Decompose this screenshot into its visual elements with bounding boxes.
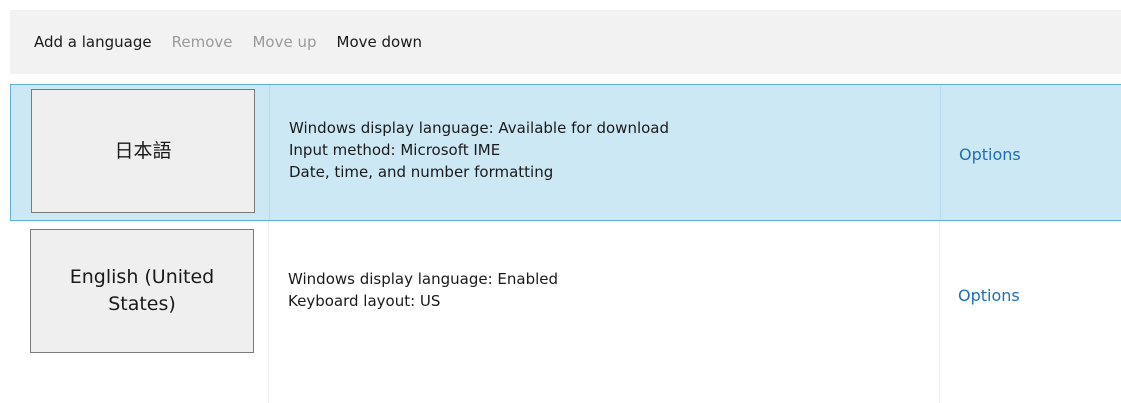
- display-language-status: Windows display language: Available for …: [289, 119, 670, 137]
- options-link[interactable]: Options: [959, 145, 1021, 164]
- column-divider: [940, 85, 941, 220]
- column-divider: [269, 85, 270, 220]
- language-preferences-page: Add a language Remove Move up Move down …: [0, 0, 1121, 403]
- keyboard-layout-status: Keyboard layout: US: [288, 292, 441, 310]
- language-list: 日本語 Windows display language: Available …: [10, 84, 1121, 403]
- move-up-button[interactable]: Move up: [252, 33, 316, 51]
- add-language-button[interactable]: Add a language: [34, 33, 152, 51]
- options-link[interactable]: Options: [958, 286, 1020, 305]
- language-toolbar: Add a language Remove Move up Move down: [10, 10, 1121, 74]
- remove-button[interactable]: Remove: [172, 33, 233, 51]
- language-row-japanese[interactable]: 日本語 Windows display language: Available …: [10, 84, 1121, 221]
- language-tile[interactable]: 日本語: [31, 89, 255, 213]
- language-details: Windows display language: Available for …: [289, 117, 669, 183]
- language-tile[interactable]: English (United States): [30, 229, 254, 353]
- language-details: Windows display language: Enabled Keyboa…: [288, 268, 558, 312]
- formatting-status: Date, time, and number formatting: [289, 163, 554, 181]
- move-down-button[interactable]: Move down: [337, 33, 422, 51]
- language-row-english[interactable]: English (United States) Windows display …: [10, 221, 1121, 403]
- column-divider: [268, 221, 269, 403]
- display-language-status: Windows display language: Enabled: [288, 270, 559, 288]
- input-method-status: Input method: Microsoft IME: [289, 141, 501, 159]
- column-divider: [939, 221, 940, 403]
